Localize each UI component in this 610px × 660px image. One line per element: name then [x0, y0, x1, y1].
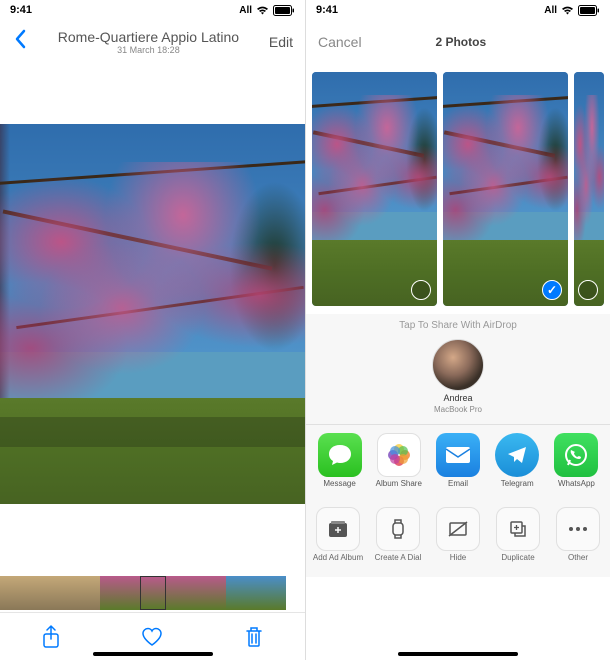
status-bar: 9:41 All	[306, 0, 610, 20]
back-button[interactable]	[8, 29, 32, 55]
thumb[interactable]	[266, 576, 286, 610]
home-indicator[interactable]	[93, 652, 213, 656]
status-indicators: All	[544, 5, 600, 16]
action-create-dial[interactable]: Create A Dial	[370, 507, 426, 563]
more-icon	[556, 507, 600, 551]
app-label: Email	[448, 480, 468, 489]
thumb[interactable]	[166, 576, 186, 610]
app-label: Telegram	[501, 480, 534, 489]
status-carrier: All	[544, 5, 557, 16]
share-app-mail[interactable]: Email	[428, 433, 487, 489]
thumb[interactable]	[0, 576, 20, 610]
thumbnail-strip[interactable]	[0, 574, 305, 612]
airdrop-contact[interactable]: Andrea MacBook Pro	[306, 333, 610, 424]
battery-icon	[578, 5, 600, 16]
share-app-telegram[interactable]: Telegram	[488, 433, 547, 489]
share-thumb-2[interactable]	[443, 72, 568, 306]
thumb[interactable]	[80, 576, 100, 610]
status-time: 9:41	[316, 4, 338, 16]
share-thumb-1[interactable]	[312, 72, 437, 306]
hide-icon	[436, 507, 480, 551]
main-photo-area[interactable]	[0, 64, 305, 574]
nav-title: Rome-Quartiere Appio Latino	[58, 29, 239, 45]
select-circle[interactable]	[578, 280, 598, 300]
share-app-photos[interactable]: Album Share	[369, 433, 428, 489]
wifi-icon	[256, 5, 269, 15]
contact-name: Andrea	[443, 393, 472, 403]
nav-subtitle: 31 March 18:28	[32, 45, 265, 55]
contact-device: MacBook Pro	[434, 405, 482, 414]
status-time: 9:41	[10, 4, 32, 16]
thumb[interactable]	[20, 576, 40, 610]
thumb[interactable]	[120, 576, 140, 610]
action-other[interactable]: Other	[550, 507, 606, 563]
action-label: Hide	[450, 554, 466, 563]
mail-icon	[436, 433, 480, 477]
share-app-whatsapp[interactable]: WhatsApp	[547, 433, 606, 489]
phone-left-photos-detail: 9:41 All Rome-Quartiere Appio Latino 31 …	[0, 0, 305, 660]
thumb[interactable]	[186, 576, 206, 610]
cancel-button[interactable]: Cancel	[314, 34, 366, 50]
select-circle-checked[interactable]	[542, 280, 562, 300]
action-label: Add Ad Album	[313, 554, 363, 563]
photo-count: 2 Photos	[366, 35, 556, 49]
action-label: Create A Dial	[375, 554, 422, 563]
trash-button[interactable]	[234, 617, 274, 657]
app-label: Album Share	[376, 480, 422, 489]
nav-bar: Rome-Quartiere Appio Latino 31 March 18:…	[0, 20, 305, 64]
thumb[interactable]	[40, 576, 60, 610]
phone-right-share-sheet: 9:41 All Cancel 2 Photos Tap To Share Wi…	[305, 0, 610, 660]
thumb[interactable]	[206, 576, 226, 610]
heart-icon	[141, 627, 163, 647]
action-duplicate[interactable]: Duplicate	[490, 507, 546, 563]
watch-icon	[376, 507, 420, 551]
share-button[interactable]	[31, 617, 71, 657]
status-bar: 9:41 All	[0, 0, 305, 20]
select-circle[interactable]	[411, 280, 431, 300]
like-button[interactable]	[132, 617, 172, 657]
messages-icon	[318, 433, 362, 477]
thumb[interactable]	[226, 576, 246, 610]
action-hide[interactable]: Hide	[430, 507, 486, 563]
share-icon	[41, 625, 61, 649]
avatar	[432, 339, 484, 391]
action-label: Duplicate	[501, 554, 534, 563]
action-add-album[interactable]: Add Ad Album	[310, 507, 366, 563]
chevron-left-icon	[14, 29, 26, 49]
share-thumbnails[interactable]	[306, 64, 610, 314]
status-indicators: All	[239, 5, 295, 16]
status-carrier: All	[239, 5, 252, 16]
airdrop-hint: Tap To Share With AirDrop	[306, 314, 610, 333]
thumb-selected[interactable]	[140, 576, 166, 610]
home-indicator[interactable]	[398, 652, 518, 656]
nav-title-block: Rome-Quartiere Appio Latino 31 March 18:…	[32, 29, 265, 55]
share-actions-row: Add Ad Album Create A Dial Hide Duplicat…	[306, 499, 610, 577]
wifi-icon	[561, 5, 574, 15]
battery-icon	[273, 5, 295, 16]
app-label: WhatsApp	[558, 480, 595, 489]
telegram-icon	[495, 433, 539, 477]
app-label: Message	[323, 480, 355, 489]
thumb[interactable]	[246, 576, 266, 610]
photos-icon	[377, 433, 421, 477]
share-apps-row: Message Album Share Email Telegram Whats…	[306, 424, 610, 499]
add-album-icon	[316, 507, 360, 551]
photo-image	[0, 124, 305, 504]
thumb[interactable]	[100, 576, 120, 610]
trash-icon	[245, 626, 263, 648]
edit-button[interactable]: Edit	[265, 34, 297, 50]
share-thumb-3[interactable]	[574, 72, 604, 306]
thumb[interactable]	[60, 576, 80, 610]
duplicate-icon	[496, 507, 540, 551]
whatsapp-icon	[554, 433, 598, 477]
action-label: Other	[568, 554, 588, 563]
share-app-messages[interactable]: Message	[310, 433, 369, 489]
nav-bar: Cancel 2 Photos	[306, 20, 610, 64]
